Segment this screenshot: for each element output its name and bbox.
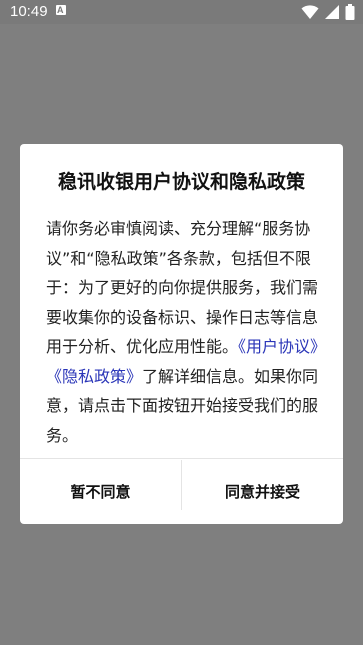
notification-icon: A (56, 5, 66, 15)
dialog-body: 请你务必审慎阅读、充分理解“服务协议”和“隐私政策”各条款，包括但不限于：为了更… (46, 214, 328, 450)
decline-button[interactable]: 暂不同意 (20, 459, 181, 524)
body-text: 请你务必审慎阅读、充分理解“服务协议”和“隐私政策”各条款，包括但不限于：为了更… (46, 219, 319, 356)
privacy-dialog: 稳讯收银用户协议和隐私政策 请你务必审慎阅读、充分理解“服务协议”和“隐私政策”… (20, 144, 343, 524)
notification-glyph: A (57, 5, 64, 15)
accept-button[interactable]: 同意并接受 (182, 459, 343, 524)
privacy-policy-link[interactable]: 《隐私政策》 (46, 367, 142, 386)
signal-icon (324, 5, 339, 19)
wifi-icon (301, 5, 319, 19)
dialog-title: 稳讯收银用户协议和隐私政策 (57, 171, 305, 193)
battery-icon (345, 4, 355, 20)
status-icons (301, 4, 355, 20)
status-time: 10:49 (10, 3, 48, 20)
status-bar: 10:49 A (0, 0, 363, 24)
user-agreement-link[interactable]: 《用户协议》 (238, 337, 326, 356)
